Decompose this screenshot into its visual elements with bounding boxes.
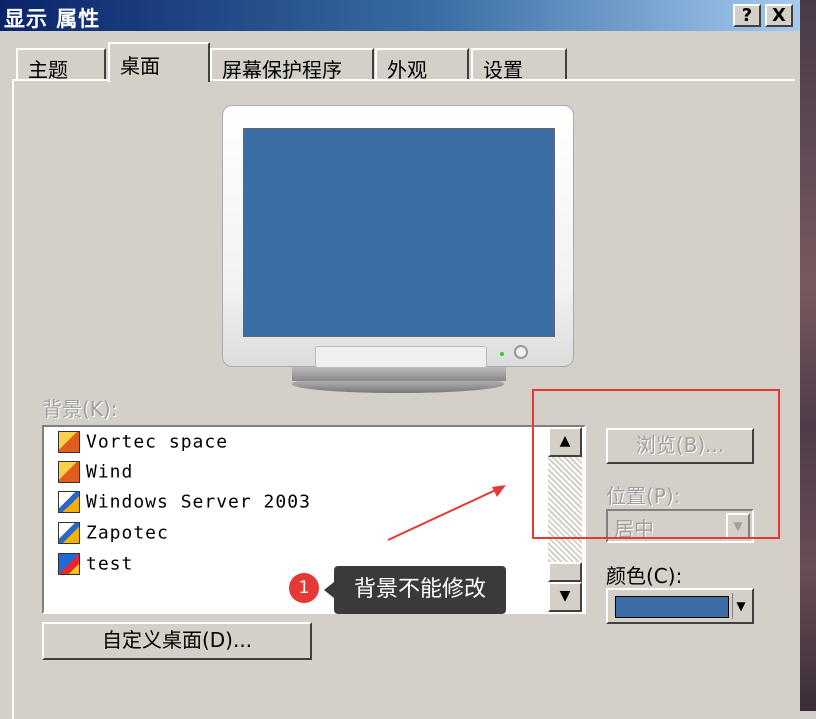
list-item[interactable]: test bbox=[58, 553, 133, 583]
browse-button[interactable]: 浏览(B)... bbox=[606, 428, 754, 464]
bitmap-file-icon bbox=[58, 491, 80, 513]
html-file-icon bbox=[58, 461, 80, 483]
annotation-arrow-icon bbox=[387, 485, 506, 541]
tab-settings[interactable]: 设置 bbox=[471, 48, 567, 82]
background-scrollbar[interactable]: ▲ ▼ bbox=[548, 427, 582, 612]
scroll-down-icon[interactable]: ▼ bbox=[548, 582, 582, 612]
title-bar[interactable]: 显示 属性 ? X bbox=[0, 0, 800, 31]
monitor-neck bbox=[292, 367, 506, 381]
color-swatch bbox=[615, 596, 729, 618]
scroll-thumb[interactable] bbox=[548, 562, 582, 582]
window-title: 显示 属性 bbox=[4, 7, 101, 31]
chevron-down-icon[interactable]: ▼ bbox=[726, 513, 750, 539]
annotation-callout: 背景不能修改 bbox=[334, 566, 506, 614]
monitor-bezel bbox=[222, 105, 574, 368]
color-picker-button[interactable]: ▼ bbox=[606, 588, 754, 624]
power-button-icon bbox=[514, 345, 528, 359]
customize-desktop-button[interactable]: 自定义桌面(D)... bbox=[42, 622, 312, 660]
annotation-number-badge: 1 bbox=[289, 573, 319, 603]
background-desktop-strip bbox=[800, 0, 816, 711]
tab-screensaver[interactable]: 屏幕保护程序 bbox=[210, 48, 374, 82]
list-item[interactable]: Zapotec bbox=[58, 522, 169, 552]
monitor-preview bbox=[220, 105, 580, 395]
position-value: 居中 bbox=[614, 517, 654, 541]
monitor-front-panel bbox=[315, 346, 487, 368]
list-item[interactable]: Windows Server 2003 bbox=[58, 491, 311, 521]
tab-desktop[interactable]: 桌面 bbox=[108, 42, 210, 82]
tab-appearance[interactable]: 外观 bbox=[375, 48, 469, 82]
chevron-down-icon: ▼ bbox=[732, 593, 749, 619]
background-label: 背景(K): bbox=[42, 397, 118, 421]
position-select[interactable]: 居中 ▼ bbox=[606, 509, 754, 543]
html-file-icon bbox=[58, 431, 80, 453]
power-led-icon bbox=[500, 352, 504, 356]
list-item[interactable]: Vortec space bbox=[58, 431, 228, 461]
tab-themes[interactable]: 主题 bbox=[16, 48, 106, 82]
list-item[interactable]: Wind bbox=[58, 461, 133, 491]
scroll-up-icon[interactable]: ▲ bbox=[548, 427, 582, 457]
color-label: 颜色(C): bbox=[606, 564, 683, 588]
bitmap-file-icon bbox=[58, 522, 80, 544]
close-button[interactable]: X bbox=[765, 4, 793, 27]
callout-pointer bbox=[324, 582, 334, 598]
position-label: 位置(P): bbox=[606, 484, 681, 508]
tab-bar: 主题 桌面 屏幕保护程序 外观 设置 bbox=[0, 40, 800, 82]
help-button[interactable]: ? bbox=[733, 4, 761, 27]
image-file-icon bbox=[58, 553, 80, 575]
monitor-screen bbox=[243, 128, 555, 337]
